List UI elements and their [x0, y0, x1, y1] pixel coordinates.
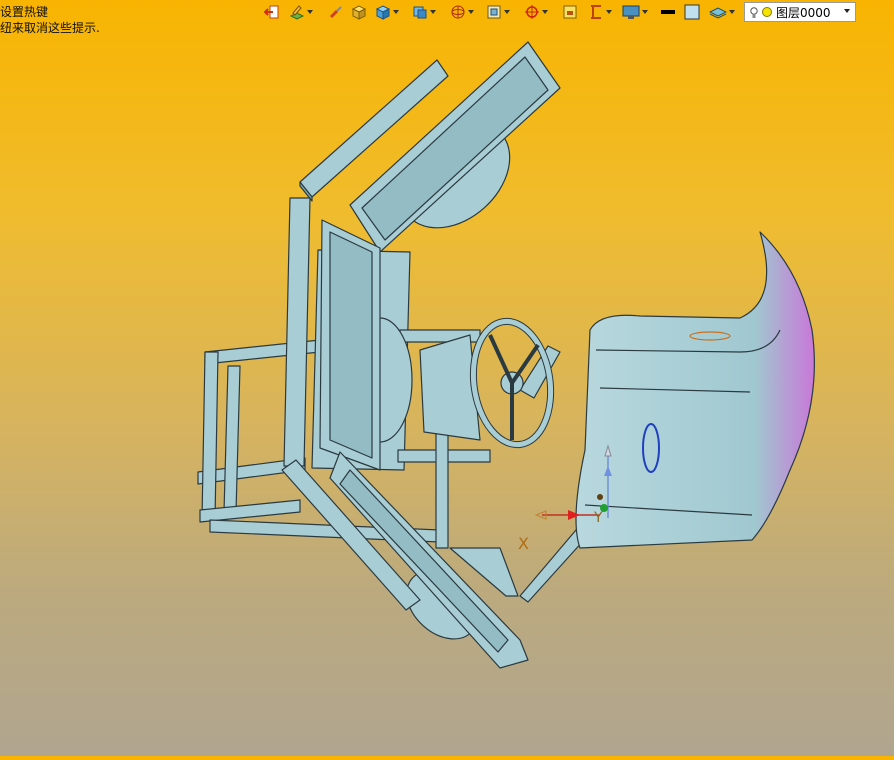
3d-viewport[interactable]: X Y [0, 26, 894, 756]
fill-color-icon[interactable] [684, 2, 700, 22]
view-cube-icon[interactable] [412, 2, 436, 22]
monitor-top [349, 41, 561, 253]
fit-window-icon[interactable] [562, 2, 578, 22]
display-icon[interactable] [622, 2, 648, 22]
model-render [197, 41, 815, 669]
layer-select[interactable]: 图层0000 [744, 2, 856, 22]
box-icon[interactable] [375, 2, 399, 22]
layer-name: 图层0000 [776, 5, 831, 20]
chevron-down-icon [844, 9, 850, 13]
sphere-grid-icon[interactable] [450, 2, 474, 22]
exit-icon[interactable] [264, 2, 280, 22]
layer-pen-icon[interactable] [289, 2, 313, 22]
axis-x-label: X [518, 534, 529, 553]
brush-icon[interactable] [328, 2, 344, 22]
box-shaded-icon[interactable] [351, 2, 367, 22]
racing-seat [575, 231, 815, 549]
axis-y-label: Y [594, 510, 603, 526]
line-color-icon[interactable] [660, 2, 676, 22]
layers-stack-icon[interactable] [709, 2, 735, 22]
height-icon[interactable] [588, 2, 612, 22]
hint-line-1: 设置热键 [0, 5, 49, 19]
frame-icon[interactable] [486, 2, 510, 22]
target-icon[interactable] [524, 2, 548, 22]
layer-visibility-icon [762, 7, 772, 17]
bulb-icon [750, 6, 758, 18]
